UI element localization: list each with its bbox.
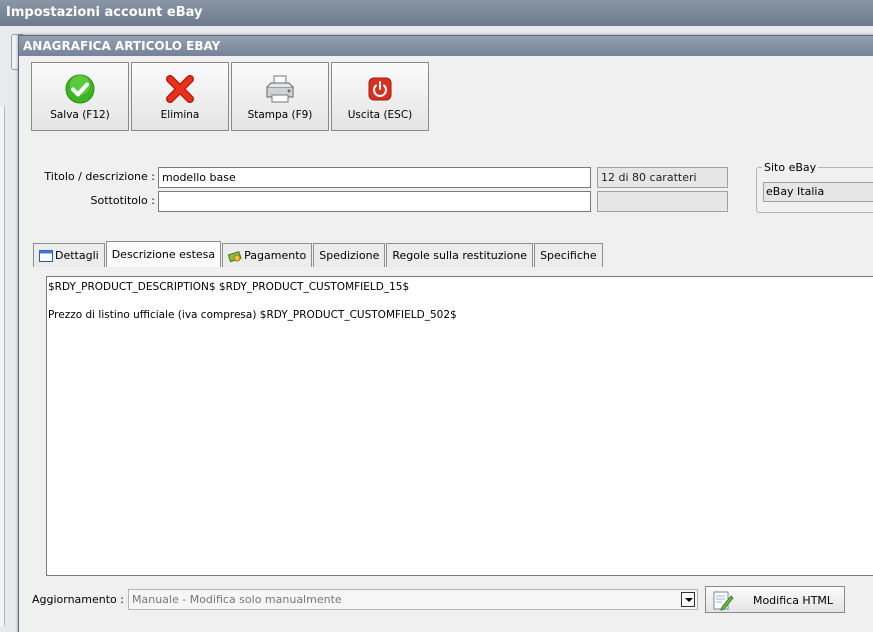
edit-html-button[interactable]: Modifica HTML — [705, 586, 845, 613]
tab-label: Dettagli — [55, 249, 99, 262]
print-button[interactable]: Stampa (F9) — [231, 62, 329, 131]
ebay-site-value[interactable]: eBay Italia — [763, 182, 873, 202]
tab-regole-restituzione[interactable]: Regole sulla restituzione — [386, 243, 534, 267]
print-button-label: Stampa (F9) — [247, 109, 313, 121]
checkmark-icon — [65, 74, 95, 104]
title-label: Titolo / descrizione : — [44, 170, 155, 183]
money-icon — [228, 250, 242, 262]
delete-button[interactable]: Elimina — [131, 62, 229, 131]
save-button-label: Salva (F12) — [50, 109, 110, 121]
ebay-site-label: Sito eBay — [762, 161, 819, 174]
update-select[interactable]: Manuale - Modifica solo manualmente — [128, 589, 698, 610]
tab-strip: Dettagli Descrizione estesa Pagamento Sp… — [33, 241, 604, 267]
red-x-icon — [166, 75, 194, 103]
tab-descrizione-estesa[interactable]: Descrizione estesa — [105, 241, 222, 267]
tab-spedizione[interactable]: Spedizione — [313, 243, 386, 267]
ebay-site-group: Sito eBay eBay Italia — [756, 161, 873, 213]
dialog-title: ANAGRAFICA ARTICOLO EBAY — [19, 36, 873, 56]
title-input[interactable]: modello base — [158, 167, 591, 188]
tab-specifiche[interactable]: Specifiche — [534, 243, 603, 267]
article-dialog: ANAGRAFICA ARTICOLO EBAY Salva (F12) Eli… — [18, 35, 873, 632]
editor-line: $RDY_PRODUCT_DESCRIPTION$ $RDY_PRODUCT_C… — [48, 281, 410, 293]
tab-label: Regole sulla restituzione — [392, 249, 528, 262]
edit-document-icon — [713, 591, 734, 611]
tab-dettagli[interactable]: Dettagli — [33, 243, 105, 267]
update-label: Aggiornamento : — [31, 593, 124, 606]
subtitle-input[interactable] — [158, 191, 591, 212]
save-button[interactable]: Salva (F12) — [31, 62, 129, 131]
update-select-value: Manuale - Modifica solo manualmente — [132, 593, 342, 606]
delete-button-label: Elimina — [160, 109, 200, 121]
editor-line — [48, 294, 873, 308]
char-count: 12 di 80 caratteri — [597, 167, 728, 188]
tab-pagamento[interactable]: Pagamento — [222, 243, 313, 267]
dropdown-arrow-icon[interactable] — [681, 592, 695, 607]
description-editor[interactable]: $RDY_PRODUCT_DESCRIPTION$ $RDY_PRODUCT_C… — [46, 276, 873, 576]
edit-html-label: Modifica HTML — [752, 594, 834, 607]
power-icon — [368, 77, 392, 101]
subtitle-char-count — [597, 191, 728, 212]
tab-label: Pagamento — [244, 249, 307, 262]
tab-label: Descrizione estesa — [111, 248, 216, 261]
tab-label: Spedizione — [319, 249, 380, 262]
printer-icon — [266, 75, 294, 103]
outer-left-edge — [0, 106, 5, 626]
exit-button[interactable]: Uscita (ESC) — [331, 62, 429, 131]
tab-label: Specifiche — [540, 249, 597, 262]
subtitle-label: Sottotitolo : — [90, 194, 155, 207]
editor-line: Prezzo di listino ufficiale (iva compres… — [48, 309, 457, 321]
exit-button-label: Uscita (ESC) — [347, 109, 413, 121]
window-icon — [39, 249, 53, 262]
outer-window-title: Impostazioni account eBay — [0, 0, 873, 26]
